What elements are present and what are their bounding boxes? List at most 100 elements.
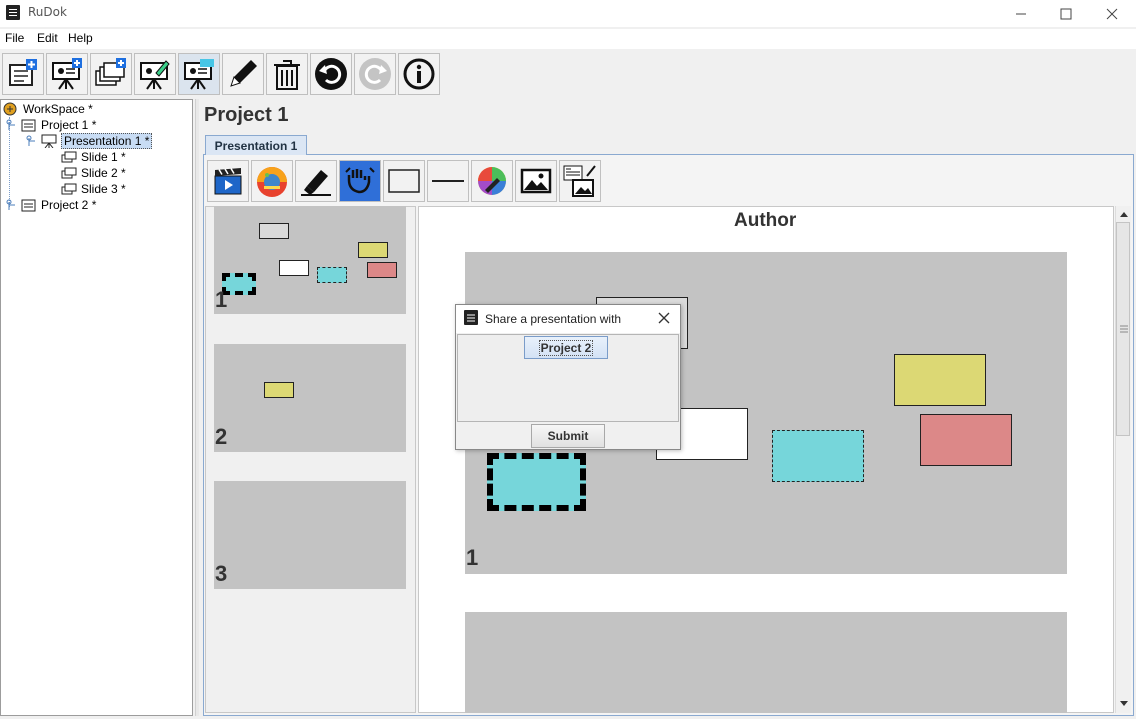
new-presentation-button[interactable] bbox=[46, 53, 88, 95]
menu-edit[interactable]: Edit bbox=[37, 31, 58, 45]
rename-button[interactable] bbox=[222, 53, 264, 95]
image-tool-button[interactable] bbox=[515, 160, 557, 202]
thumbnail-slide-1[interactable]: 1 bbox=[214, 206, 406, 314]
workspace-tree: WorkSpace * Project 1 * Presentation 1 *… bbox=[0, 99, 193, 716]
slideshow-button[interactable] bbox=[207, 160, 249, 202]
thumb-shape bbox=[279, 260, 309, 276]
title-bar bbox=[0, 0, 1136, 27]
tree-label: Project 2 * bbox=[41, 198, 97, 212]
tree-label: Project 1 * bbox=[41, 118, 97, 132]
option-label: Project 2 bbox=[538, 339, 594, 356]
presentation-icon bbox=[41, 134, 57, 148]
thumb-shape bbox=[317, 267, 347, 283]
share-presentation-button[interactable] bbox=[178, 53, 220, 95]
project-icon bbox=[21, 119, 36, 132]
project-icon bbox=[21, 199, 36, 212]
tree-label: Slide 3 * bbox=[81, 182, 126, 196]
share-option-project-2[interactable]: Project 2 bbox=[524, 336, 608, 359]
thumb-number: 1 bbox=[215, 287, 228, 312]
new-project-icon bbox=[9, 59, 37, 86]
menu-file[interactable]: File bbox=[5, 31, 24, 45]
project-title: Project 1 bbox=[204, 104, 289, 126]
workspace-icon bbox=[3, 102, 17, 116]
tree-label: Slide 2 * bbox=[81, 166, 126, 180]
splitter[interactable] bbox=[195, 99, 199, 716]
undo-icon bbox=[315, 58, 347, 90]
close-button[interactable] bbox=[1089, 0, 1135, 27]
slide-icon bbox=[61, 167, 77, 179]
tree-item-slide-1[interactable]: Slide 1 * bbox=[61, 149, 126, 165]
thumbnail-slide-2[interactable]: 2 bbox=[214, 344, 406, 452]
close-icon bbox=[1106, 8, 1118, 19]
slide-number: 1 bbox=[466, 545, 479, 570]
dialog-close-button[interactable] bbox=[657, 311, 671, 325]
maximize-icon bbox=[1060, 8, 1072, 19]
tree-label: Presentation 1 * bbox=[61, 133, 153, 149]
hand-select-icon bbox=[345, 167, 375, 194]
theme-palette-icon bbox=[257, 167, 287, 197]
image-tool-icon bbox=[520, 168, 552, 194]
redo-button[interactable] bbox=[354, 53, 396, 95]
text-image-tool-icon bbox=[563, 165, 596, 197]
rectangle-tool-button[interactable] bbox=[383, 160, 425, 202]
hand-select-button[interactable] bbox=[339, 160, 381, 202]
slide-shape-yellow[interactable] bbox=[894, 354, 986, 406]
menu-lines-icon bbox=[467, 314, 475, 322]
slide-canvas-2[interactable] bbox=[465, 612, 1067, 713]
theme-button[interactable] bbox=[251, 160, 293, 202]
menu-bar bbox=[0, 29, 1136, 49]
thumb-shape bbox=[358, 242, 388, 258]
thumbnail-slide-3[interactable]: 3 bbox=[214, 481, 406, 589]
scrollbar-thumb[interactable] bbox=[1116, 222, 1130, 436]
undo-button[interactable] bbox=[310, 53, 352, 95]
highlighter-button[interactable] bbox=[295, 160, 337, 202]
tree-item-project-2[interactable]: Project 2 * bbox=[5, 197, 96, 213]
menu-help[interactable]: Help bbox=[68, 31, 93, 45]
tree-item-slide-2[interactable]: Slide 2 * bbox=[61, 165, 126, 181]
tree-item-project-1[interactable]: Project 1 * bbox=[5, 117, 96, 133]
new-presentation-icon bbox=[52, 58, 82, 90]
new-project-button[interactable] bbox=[2, 53, 44, 95]
tree-item-presentation-1[interactable]: Presentation 1 * bbox=[25, 133, 153, 149]
color-picker-button[interactable] bbox=[471, 160, 513, 202]
slide-shape-cyan[interactable] bbox=[772, 430, 864, 482]
text-image-tool-button[interactable] bbox=[559, 160, 601, 202]
tree-item-slide-3[interactable]: Slide 3 * bbox=[61, 181, 126, 197]
scroll-up-icon[interactable] bbox=[1119, 210, 1129, 218]
info-icon bbox=[403, 58, 435, 90]
color-picker-icon bbox=[478, 167, 506, 195]
new-slide-button[interactable] bbox=[90, 53, 132, 95]
thumb-shape bbox=[259, 223, 289, 239]
minimize-button[interactable] bbox=[998, 0, 1044, 27]
delete-button[interactable] bbox=[266, 53, 308, 95]
expand-handle-icon bbox=[26, 135, 35, 146]
thumb-shape bbox=[367, 262, 397, 278]
tree-item-workspace[interactable]: WorkSpace * bbox=[3, 101, 93, 117]
edit-presentation-button[interactable] bbox=[134, 53, 176, 95]
main-toolbar bbox=[0, 50, 1136, 98]
rectangle-tool-icon bbox=[388, 169, 420, 193]
thumb-shape bbox=[264, 382, 294, 398]
submit-button[interactable]: Submit bbox=[531, 424, 605, 448]
minimize-icon bbox=[1016, 13, 1026, 14]
scroll-down-icon[interactable] bbox=[1119, 700, 1129, 708]
tree-label: Slide 1 * bbox=[81, 150, 126, 164]
slide-icon bbox=[61, 151, 77, 163]
line-tool-button[interactable] bbox=[427, 160, 469, 202]
maximize-button[interactable] bbox=[1043, 0, 1089, 27]
slide-shape-selected[interactable] bbox=[487, 453, 586, 511]
author-label: Author bbox=[734, 210, 797, 231]
thumb-number: 3 bbox=[215, 561, 228, 586]
share-presentation-icon bbox=[184, 59, 214, 90]
tab-presentation-1[interactable]: Presentation 1 bbox=[205, 135, 307, 155]
pencil-icon bbox=[230, 60, 257, 87]
tree-label: WorkSpace * bbox=[23, 102, 93, 116]
app-icon bbox=[6, 5, 20, 20]
info-button[interactable] bbox=[398, 53, 440, 95]
slide-shape-red[interactable] bbox=[920, 414, 1012, 466]
dialog-title: Share a presentation with bbox=[485, 312, 622, 326]
close-icon bbox=[658, 312, 670, 324]
expand-handle-icon bbox=[6, 119, 15, 130]
thumb-number: 2 bbox=[215, 424, 228, 449]
dialog-app-icon bbox=[464, 310, 478, 325]
